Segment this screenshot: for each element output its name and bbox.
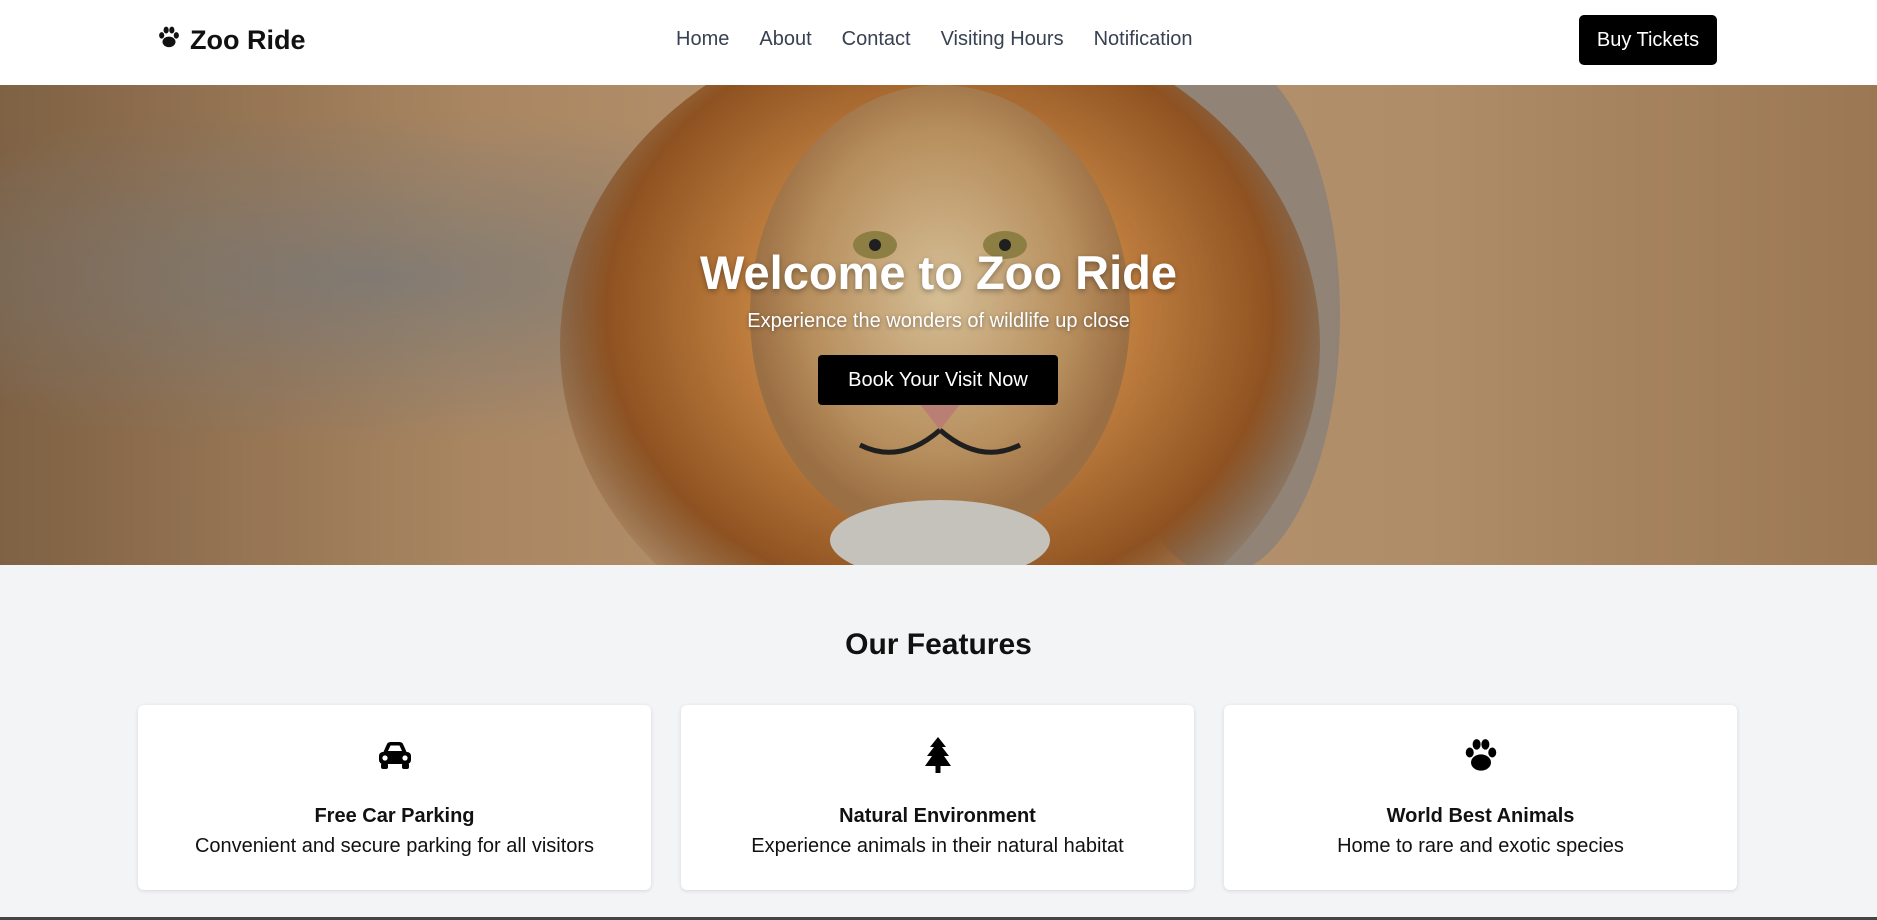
feature-title: Natural Environment <box>839 805 1036 827</box>
site-header: Zoo Ride Home About Contact Visiting Hou… <box>0 0 1877 85</box>
feature-title: Free Car Parking <box>314 805 475 827</box>
feature-desc: Convenient and secure parking for all vi… <box>194 835 595 857</box>
brand-name: Zoo Ride <box>190 25 306 55</box>
paw-icon <box>156 24 182 57</box>
paw-icon <box>1224 735 1737 775</box>
feature-title: World Best Animals <box>1386 805 1575 827</box>
nav-contact[interactable]: Contact <box>842 28 911 51</box>
nav-notification[interactable]: Notification <box>1094 28 1193 51</box>
feature-card-parking: Free Car Parking Convenient and secure p… <box>138 705 651 890</box>
tree-icon <box>681 735 1194 775</box>
features-title: Our Features <box>845 628 1032 661</box>
feature-desc: Experience animals in their natural habi… <box>751 835 1124 857</box>
feature-card-animals: World Best Animals Home to rare and exot… <box>1224 705 1737 890</box>
brand-logo[interactable]: Zoo Ride <box>156 24 306 57</box>
hero-subtitle: Experience the wonders of wildlife up cl… <box>747 310 1130 332</box>
feature-card-environment: Natural Environment Experience animals i… <box>681 705 1194 890</box>
book-visit-button[interactable]: Book Your Visit Now <box>818 355 1058 405</box>
feature-desc: Home to rare and exotic species <box>1337 835 1624 857</box>
buy-tickets-button[interactable]: Buy Tickets <box>1579 15 1717 65</box>
hero-section: Welcome to Zoo Ride Experience the wonde… <box>0 85 1877 565</box>
nav-about[interactable]: About <box>759 28 811 51</box>
main-nav: Home About Contact Visiting Hours Notifi… <box>676 28 1193 51</box>
nav-home[interactable]: Home <box>676 28 729 51</box>
hero-title: Welcome to Zoo Ride <box>700 246 1177 299</box>
car-icon <box>138 735 651 775</box>
nav-visiting-hours[interactable]: Visiting Hours <box>941 28 1064 51</box>
